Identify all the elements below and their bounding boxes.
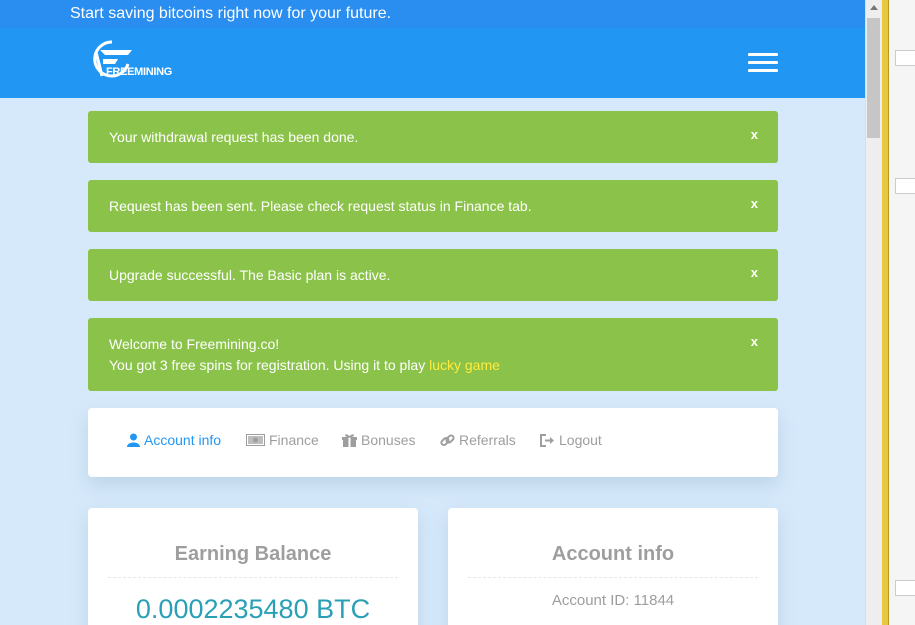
- promo-banner: Start saving bitcoins right now for your…: [0, 0, 865, 28]
- page-viewport: Start saving bitcoins right now for your…: [0, 0, 865, 625]
- tab-logout[interactable]: Logout: [540, 432, 602, 448]
- link-icon: [440, 433, 455, 446]
- tab-label: Account info: [144, 432, 222, 448]
- lucky-game-link[interactable]: lucky game: [429, 357, 500, 373]
- alert-upgrade: Upgrade successful. The Basic plan is ac…: [88, 249, 778, 301]
- divider: [108, 577, 398, 578]
- gift-icon: [342, 434, 357, 447]
- menu-bar: [748, 53, 778, 56]
- promo-text: Start saving bitcoins right now for your…: [70, 5, 392, 22]
- vertical-scrollbar[interactable]: [865, 0, 882, 625]
- top-navbar: FREEMINING: [0, 28, 865, 98]
- window-border: [882, 0, 889, 625]
- earning-balance-value: 0.0002235480 BTC: [135, 594, 371, 624]
- side-control: [895, 178, 915, 194]
- account-info-title: Account info: [551, 543, 675, 565]
- alert-close-button[interactable]: x: [751, 334, 758, 349]
- freemining-logo[interactable]: FREEMINING: [88, 38, 178, 84]
- scrollbar-thumb[interactable]: [867, 18, 880, 138]
- tab-label: Logout: [559, 432, 602, 448]
- alert-welcome: Welcome to Freemining.co! You got 3 free…: [88, 318, 778, 391]
- alert-message: Request has been sent. Please check requ…: [109, 198, 532, 214]
- divider: [468, 577, 758, 578]
- money-icon: [246, 434, 265, 446]
- tab-label: Referrals: [459, 432, 516, 448]
- tab-label: Bonuses: [361, 432, 416, 448]
- side-control: [895, 50, 915, 66]
- sign-out-icon: [540, 433, 554, 447]
- alert-close-button[interactable]: x: [751, 265, 758, 280]
- tab-referrals[interactable]: Referrals: [440, 432, 516, 448]
- scroll-up-arrow-icon[interactable]: [870, 5, 878, 10]
- earning-balance-card: Earning Balance 0.0002235480 BTC: [88, 508, 418, 625]
- alert-close-button[interactable]: x: [751, 196, 758, 211]
- account-tabs: Account info Finance Bonuses Referrals L…: [88, 408, 778, 477]
- account-info-card: Account info Account ID: 11844: [448, 508, 778, 625]
- alert-close-button[interactable]: x: [751, 127, 758, 142]
- tab-bonuses[interactable]: Bonuses: [342, 432, 415, 448]
- alert-spins-text: You got 3 free spins for registration. U…: [109, 357, 430, 373]
- account-id: Account ID: 11844: [551, 592, 675, 609]
- tab-finance[interactable]: Finance: [246, 432, 319, 448]
- earning-balance-title: Earning Balance: [174, 543, 332, 565]
- menu-bar: [748, 69, 778, 72]
- alert-message: Upgrade successful. The Basic plan is ac…: [109, 267, 391, 283]
- tab-label: Finance: [269, 432, 319, 448]
- side-control: [895, 580, 915, 596]
- menu-bar: [748, 61, 778, 64]
- alert-withdrawal: Your withdrawal request has been done. x: [88, 111, 778, 163]
- alert-welcome-line: Welcome to Freemining.co!: [109, 336, 280, 352]
- logo-text: FREEMINING: [106, 66, 173, 78]
- user-icon: [127, 433, 140, 447]
- hamburger-menu-button[interactable]: [748, 53, 778, 73]
- alert-request-sent: Request has been sent. Please check requ…: [88, 180, 778, 232]
- alert-spins-line: You got 3 free spins for registration. U…: [109, 357, 500, 373]
- alert-message: Your withdrawal request has been done.: [109, 129, 359, 145]
- adjacent-window-edge: [882, 0, 915, 625]
- tab-account-info[interactable]: Account info: [127, 432, 221, 448]
